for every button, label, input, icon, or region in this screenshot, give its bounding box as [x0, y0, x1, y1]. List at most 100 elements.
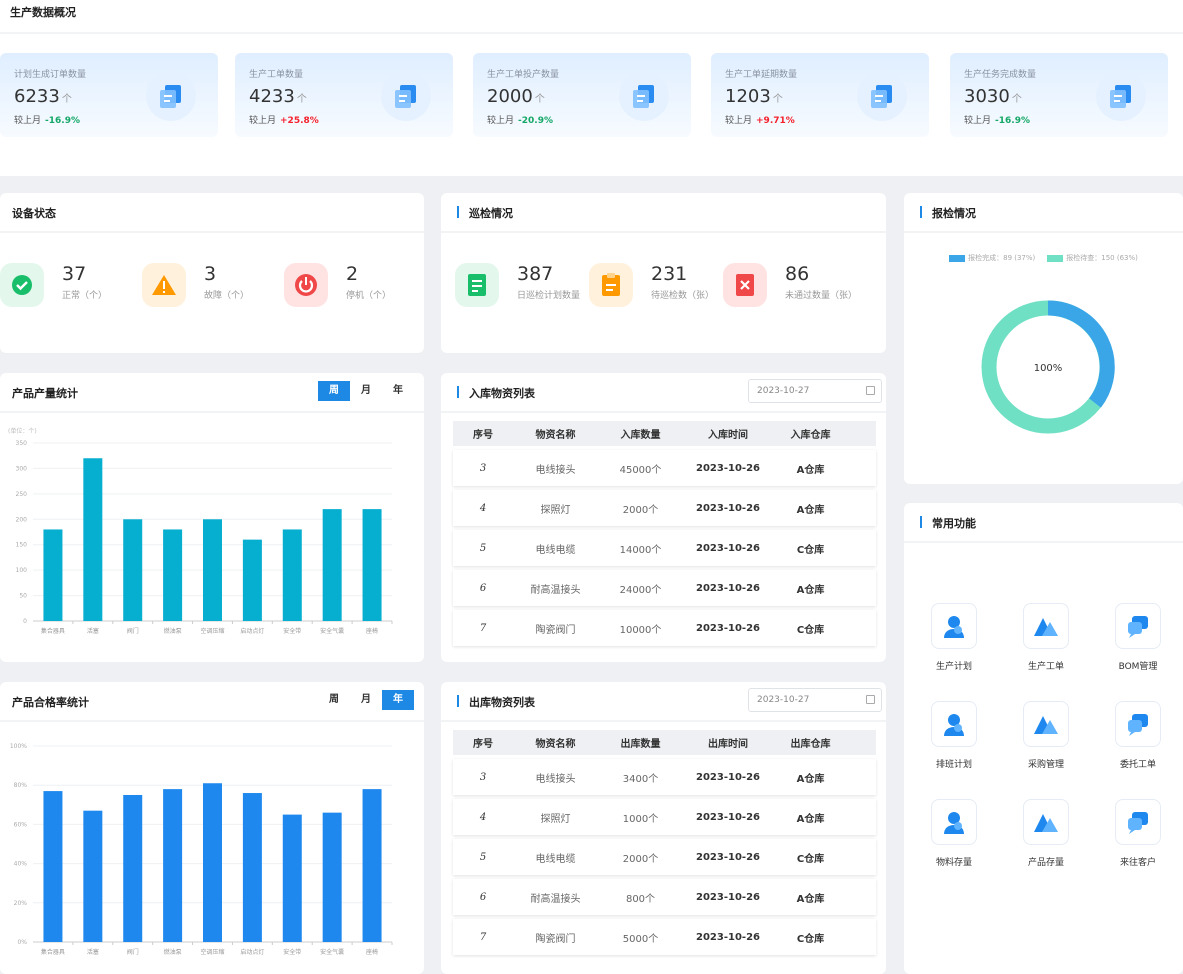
function-8[interactable]: 来往客户 — [1108, 799, 1168, 868]
table-cell: A仓库 — [796, 584, 825, 596]
device-status-item: 37 正常（个） — [0, 263, 107, 307]
bar-空调压缩 — [203, 783, 222, 942]
item-label: 待巡检数（张） — [651, 291, 715, 301]
table-cell: 电线接头 — [535, 773, 576, 785]
stat-value: 2000 个 — [487, 86, 545, 107]
tab-2[interactable]: 年 — [382, 381, 414, 401]
table-cell: 2000个 — [622, 853, 659, 865]
item-value: 37 — [62, 263, 87, 285]
device-status-title: 设备状态 — [12, 207, 56, 220]
table-cell: 3 — [479, 462, 487, 474]
column-header: 序号 — [473, 739, 493, 750]
function-3[interactable]: 排班计划 — [924, 701, 984, 770]
chat-icon — [1115, 799, 1161, 845]
table-cell: 24000个 — [619, 584, 662, 596]
table-row[interactable]: 7 陶瓷阀门 10000个 2023-10-26 C仓库 — [453, 610, 876, 646]
table-cell: 电线电缆 — [535, 544, 576, 556]
function-label: 排班计划 — [935, 760, 972, 770]
table-row[interactable]: 6 耐高温接头 24000个 2023-10-26 A仓库 — [453, 570, 876, 606]
stat-label: 生产工单数量 — [249, 70, 304, 80]
table-cell: 3 — [479, 771, 487, 783]
tab-1[interactable]: 月 — [350, 381, 382, 401]
table-row[interactable]: 6 耐高温接头 800个 2023-10-26 A仓库 — [453, 879, 876, 915]
function-4[interactable]: 采购管理 — [1016, 701, 1076, 770]
item-value: 2 — [346, 263, 359, 285]
table-row[interactable]: 7 陶瓷阀门 5000个 2023-10-26 C仓库 — [453, 919, 876, 955]
quality-period-tabs: 周月年 — [318, 690, 414, 710]
outbound-card: 出库物资列表 2023-10-27 序号 物资名称 出库数量 出库时间 出库仓库 3 电线接… — [441, 682, 886, 974]
function-6[interactable]: 物料存量 — [924, 799, 984, 868]
compare-label: 较上月 — [14, 116, 42, 126]
column-header: 序号 — [473, 430, 493, 441]
x-tick-label: 安全带 — [283, 627, 301, 635]
table-cell: 探照灯 — [540, 813, 571, 825]
function-label: 产品存量 — [1027, 858, 1064, 868]
stat-label: 生产工单投产数量 — [487, 70, 560, 80]
table-cell: 2023-10-26 — [696, 851, 760, 863]
table-row[interactable]: 4 探照灯 2000个 2023-10-26 A仓库 — [453, 490, 876, 526]
column-header: 物资名称 — [535, 430, 576, 441]
y-tick-label: 250 — [16, 491, 28, 498]
table-row[interactable]: 3 电线接头 45000个 2023-10-26 A仓库 — [453, 450, 876, 486]
output-period-tabs: 周月年 — [318, 381, 414, 401]
functions-title: 常用功能 — [920, 515, 976, 531]
stat-card: 生产工单数量 4233 个较上月 +25.8% — [235, 53, 453, 137]
compare-label: 较上月 — [249, 116, 277, 126]
tab-0[interactable]: 周 — [318, 381, 350, 401]
tab-2[interactable]: 年 — [382, 690, 414, 710]
table-row[interactable]: 5 电线电缆 2000个 2023-10-26 C仓库 — [453, 839, 876, 875]
outbound-date-picker[interactable]: 2023-10-27 — [748, 688, 882, 712]
item-value: 3 — [204, 263, 217, 285]
stat-card: 计划生成订单数量 6233 个较上月 -16.9% — [0, 53, 218, 137]
quality-bar-chart: 0% 20% 40% 60% 80% 100% 集合器具 活塞 阀门 燃油泵 空调压缩 启动点灯 安全带… — [10, 743, 393, 956]
table-cell: 2023-10-26 — [696, 462, 760, 474]
stat-icon — [619, 71, 669, 121]
quality-chart-card: 产品合格率统计 周月年 0% 20% 40% 60% 80% 100% 集合器具 活塞 阀门 燃油… — [0, 682, 424, 974]
stat-compare: 较上月 -20.9% — [487, 113, 553, 126]
table-row[interactable]: 4 探照灯 1000个 2023-10-26 A仓库 — [453, 799, 876, 835]
functions-card: 常用功能 生产计划 生产工单 BOM管理排班计划 采购管理 委托工单物料存量 产品存量 来往… — [904, 503, 1183, 974]
stat-change: -20.9% — [518, 116, 553, 126]
table-cell: 4 — [479, 502, 487, 514]
inbound-card: 入库物资列表 2023-10-27 序号 物资名称 入库数量 入库时间 入库仓库 3 电线接… — [441, 373, 886, 662]
tab-0[interactable]: 周 — [318, 690, 350, 710]
table-cell: 800个 — [625, 893, 656, 905]
function-label: 生产计划 — [935, 662, 972, 672]
stat-value: 4233 个 — [249, 86, 307, 107]
table-cell: 陶瓷阀门 — [535, 624, 576, 636]
outbound-title: 出库物资列表 — [457, 694, 535, 710]
x-tick-label: 阀门 — [127, 948, 139, 956]
function-7[interactable]: 产品存量 — [1016, 799, 1076, 868]
x-tick-label: 活塞 — [87, 948, 99, 956]
table-row[interactable]: 5 电线电缆 14000个 2023-10-26 C仓库 — [453, 530, 876, 566]
table-cell: A仓库 — [796, 893, 825, 905]
function-2[interactable]: BOM管理 — [1108, 603, 1168, 672]
stat-unit: 个 — [296, 94, 307, 105]
x-tick-label: 集合器具 — [41, 627, 65, 635]
y-tick-label: 300 — [16, 465, 28, 472]
column-header: 入库时间 — [708, 430, 748, 441]
function-0[interactable]: 生产计划 — [924, 603, 984, 672]
stat-number: 2000 — [487, 86, 533, 107]
stat-compare: 较上月 +9.71% — [725, 113, 795, 126]
x-tick-label: 安全气囊 — [320, 627, 344, 635]
inbound-date-picker[interactable]: 2023-10-27 — [748, 379, 882, 403]
x-tick-label: 安全带 — [283, 948, 301, 956]
bar-活塞 — [83, 810, 103, 942]
table-cell: C仓库 — [796, 933, 825, 945]
stat-icon — [146, 71, 196, 121]
stat-value: 3030 个 — [964, 86, 1022, 107]
table-cell: 陶瓷阀门 — [535, 933, 576, 945]
table-row[interactable]: 3 电线接头 3400个 2023-10-26 A仓库 — [453, 759, 876, 795]
tab-1[interactable]: 月 — [350, 690, 382, 710]
item-label: 日巡检计划数量 — [517, 291, 581, 301]
table-cell: 2023-10-26 — [696, 891, 760, 903]
bar-阀门 — [123, 795, 143, 942]
function-1[interactable]: 生产工单 — [1016, 603, 1076, 672]
column-header: 出库数量 — [620, 739, 661, 750]
table-cell: 5 — [479, 851, 487, 863]
table-cell: 10000个 — [619, 624, 662, 636]
bar-安全带 — [282, 814, 302, 942]
function-5[interactable]: 委托工单 — [1108, 701, 1168, 770]
table-cell: 2000个 — [622, 504, 659, 516]
